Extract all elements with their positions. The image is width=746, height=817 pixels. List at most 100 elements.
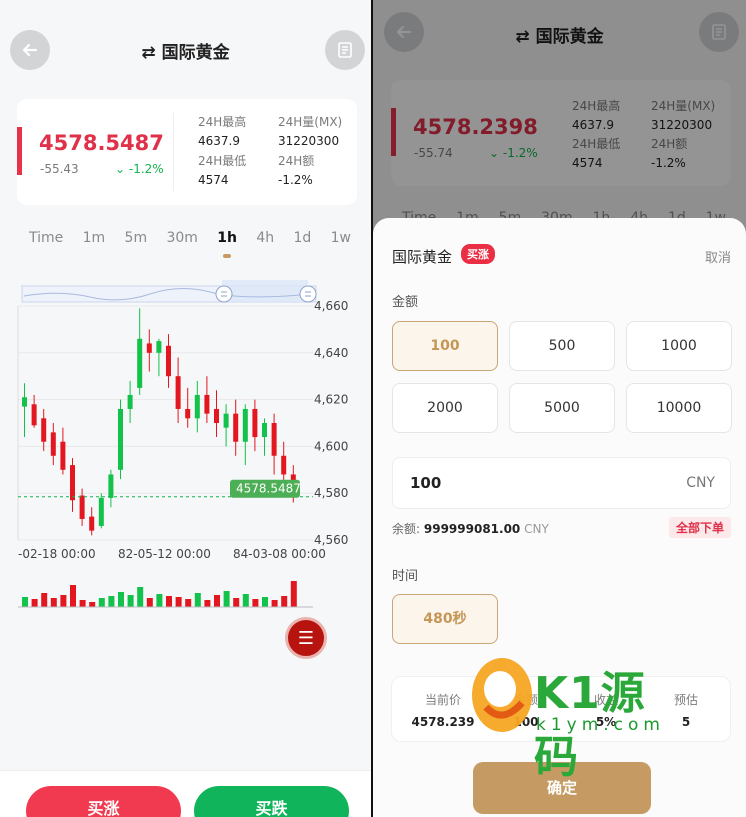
timeframe-tabs: Time 1m 5m 30m 1h 4h 1d 1w: [0, 230, 371, 258]
confirm-button[interactable]: 确定: [473, 762, 651, 814]
candle-body: [31, 404, 37, 426]
price-indicator: [17, 127, 22, 175]
tab-4h[interactable]: 4h: [256, 230, 274, 246]
volume-bar: [70, 585, 76, 607]
summary-price: 当前价 4578.239: [400, 689, 486, 733]
divider: [173, 113, 174, 191]
summary-label: 当前价: [424, 693, 461, 707]
summary-profit: 收益 5%: [566, 689, 646, 733]
stat-label: 24H额: [278, 154, 315, 168]
volume-bar: [214, 595, 220, 607]
menu-icon: ☰: [297, 627, 315, 649]
amount-input[interactable]: 100 CNY: [392, 457, 731, 509]
date-axis-label: -02-18 00:00: [18, 547, 96, 561]
stat-label: 24H最高: [198, 115, 247, 129]
all-in-button[interactable]: 全部下单: [668, 517, 731, 538]
record-button[interactable]: [325, 30, 365, 70]
volume-bar: [146, 598, 153, 607]
candlestick-chart[interactable]: 4,660 4,640 4,620 4,600 4,580 4,560 4578.5487 -…: [0, 270, 371, 670]
volume-bar: [281, 596, 288, 607]
chevron-down-icon: ⌄: [115, 162, 126, 176]
amount-option-1000[interactable]: 1000: [626, 321, 732, 371]
volume-bar: [223, 591, 230, 607]
candle-body: [70, 465, 75, 501]
stat-label: 24H最低: [198, 154, 247, 168]
menu-fab-button[interactable]: ☰: [285, 617, 327, 659]
summary-amount: 金额 100: [486, 689, 566, 733]
candle-body: [185, 408, 191, 419]
page-title[interactable]: ⇄ 国际黄金: [0, 38, 371, 63]
order-sheet: 国际黄金 买涨 取消 金额 100 500 1000 2000 5000 10000 10…: [373, 218, 746, 817]
header: ⇄ 国际黄金: [0, 0, 371, 96]
summary-value: 100: [513, 715, 539, 729]
tab-1d[interactable]: 1d: [293, 230, 311, 246]
tab-1m[interactable]: 1m: [83, 230, 106, 246]
stat-high: 24H最高 4637.9: [198, 113, 246, 151]
candle-body: [166, 345, 171, 377]
candle-body: [204, 394, 210, 414]
document-icon: [338, 42, 352, 58]
volume-bar: [175, 597, 182, 607]
balance-currency: CNY: [524, 522, 549, 536]
tab-1w[interactable]: 1w: [331, 230, 351, 246]
amount-input-value: 100: [410, 474, 442, 492]
candle-body: [252, 408, 258, 438]
price-change-percent: ⌄ -1.2%: [115, 162, 164, 176]
direction-badge: 买涨: [461, 244, 495, 264]
price-axis-label: 4,580: [314, 486, 348, 500]
order-summary: 当前价 4578.239 金额 100 收益 5% 预估 5: [391, 676, 731, 742]
candle-body: [118, 408, 123, 470]
candle-body: [146, 343, 152, 353]
time-label: 时间: [392, 569, 419, 584]
amount-option-100[interactable]: 100: [392, 321, 498, 371]
candle-body: [22, 397, 27, 407]
amount-option-500[interactable]: 500: [509, 321, 615, 371]
tab-time[interactable]: Time: [29, 230, 63, 246]
volume-bar: [290, 581, 297, 607]
amount-option-10000[interactable]: 10000: [626, 383, 732, 433]
volume-bar: [262, 597, 268, 607]
volume-bar: [194, 593, 201, 607]
candle-body: [137, 338, 143, 388]
stat-value: 4574: [198, 173, 229, 187]
tab-1h[interactable]: 1h: [217, 230, 237, 258]
candle-body: [223, 413, 229, 428]
current-price: 4578.5487: [39, 131, 164, 155]
candle-body: [214, 408, 219, 423]
balance: 余额: 999999081.00 CNY: [392, 520, 549, 537]
time-option-480[interactable]: 480秒: [392, 594, 498, 644]
volume-bar: [41, 593, 48, 607]
price-axis-label: 4,560: [314, 533, 348, 547]
volume-bar: [89, 602, 96, 607]
buy-up-button[interactable]: 买涨: [26, 786, 181, 817]
order-title: 国际黄金: [392, 248, 453, 266]
price-axis-label: 4,620: [314, 393, 348, 407]
candle-body: [50, 432, 56, 456]
price-change: -55.43: [40, 162, 79, 176]
tab-5m[interactable]: 5m: [125, 230, 148, 246]
amount-option-2000[interactable]: 2000: [392, 383, 498, 433]
candle-body: [41, 418, 47, 442]
volume-bar: [50, 598, 57, 607]
buy-down-button[interactable]: 买跌: [194, 786, 349, 817]
volume-bar: [156, 594, 163, 607]
amount-option-5000[interactable]: 5000: [509, 383, 615, 433]
amount-label: 金额: [392, 295, 419, 310]
candle-body: [60, 441, 66, 470]
volume-bar: [79, 600, 86, 607]
summary-value: 5: [681, 715, 691, 729]
candle-body: [156, 341, 162, 353]
candle-body: [242, 408, 248, 442]
summary-estimate: 预估 5: [646, 689, 726, 733]
balance-value: 999999081.00: [423, 522, 521, 536]
price-change-percent-value: -1.2%: [128, 162, 164, 176]
date-axis-label: 82-05-12 00:00: [118, 547, 211, 561]
tab-30m[interactable]: 30m: [166, 230, 197, 246]
cancel-button[interactable]: 取消: [705, 247, 731, 266]
stat-value: -1.2%: [278, 173, 313, 187]
balance-label: 余额:: [392, 522, 421, 536]
price-card: 4578.5487 -55.43 ⌄ -1.2% 24H最高 4637.9 24…: [17, 99, 357, 205]
range-selection: [222, 280, 308, 302]
stat-amount: 24H额 -1.2%: [278, 152, 314, 190]
swap-icon: ⇄: [141, 43, 156, 63]
